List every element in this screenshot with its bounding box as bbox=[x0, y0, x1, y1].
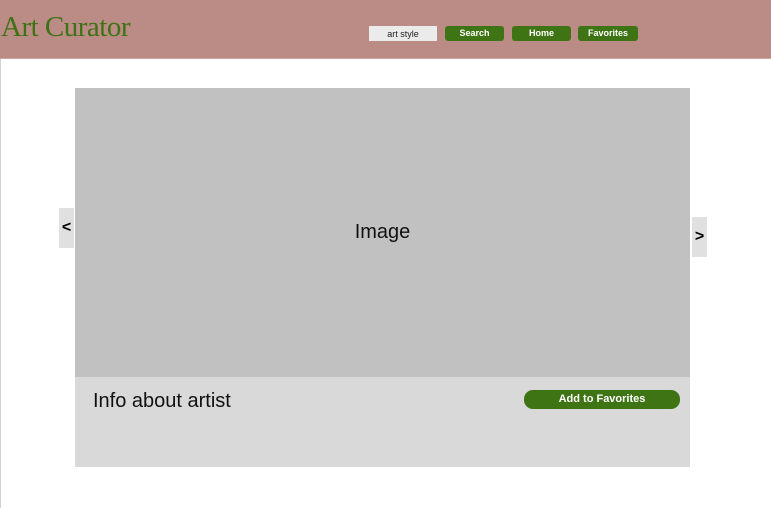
add-to-favorites-button[interactable]: Add to Favorites bbox=[524, 390, 680, 409]
artist-info-heading: Info about artist bbox=[93, 390, 231, 412]
search-input[interactable] bbox=[369, 26, 437, 41]
page-border bbox=[0, 58, 1, 508]
home-button[interactable]: Home bbox=[512, 26, 571, 41]
artwork-image: Image bbox=[75, 88, 690, 377]
site-header: Art Curator Search Home Favorites bbox=[0, 0, 771, 59]
site-logo[interactable]: Art Curator bbox=[1, 11, 131, 44]
artwork-card: Image Info about artist Add to Favorites bbox=[75, 88, 690, 467]
favorites-button[interactable]: Favorites bbox=[578, 26, 638, 41]
image-placeholder-label: Image bbox=[354, 221, 411, 243]
search-button[interactable]: Search bbox=[445, 26, 504, 41]
next-arrow-button[interactable]: > bbox=[692, 217, 707, 257]
previous-arrow-button[interactable]: < bbox=[59, 208, 74, 248]
